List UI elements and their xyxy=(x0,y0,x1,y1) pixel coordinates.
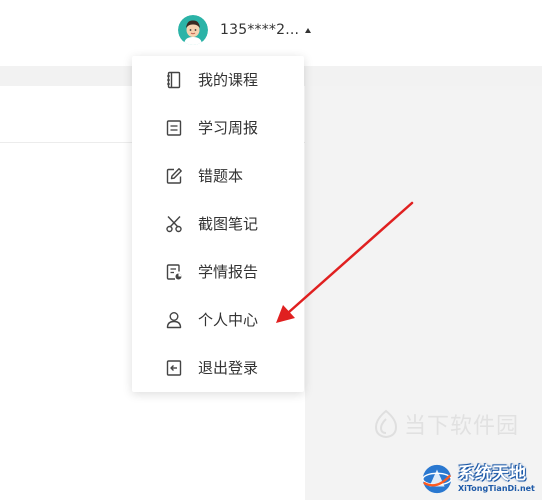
watermark-site-logo: 当下软件园 xyxy=(372,408,519,440)
watermark-text: 当下软件园 xyxy=(404,414,520,439)
user-dropdown-menu: 我的课程 学习周报 错题本 截图笔记 学情报告 个人中心 退出登录 xyxy=(132,56,304,392)
watermark-cn-text: 系统天地 xyxy=(458,464,526,484)
menu-item-mistakes-book[interactable]: 错题本 xyxy=(132,152,304,200)
avatar[interactable] xyxy=(178,15,208,45)
menu-item-logout[interactable]: 退出登录 xyxy=(132,344,304,392)
caret-up-icon[interactable] xyxy=(305,27,312,33)
user-icon xyxy=(165,311,183,329)
menu-item-label[interactable]: 错题本 xyxy=(198,166,243,186)
watermark-globe-icon xyxy=(422,464,452,494)
menu-item-label[interactable]: 退出登录 xyxy=(198,358,258,378)
menu-item-label[interactable]: 个人中心 xyxy=(198,310,258,330)
menu-item-label[interactable]: 学情报告 xyxy=(198,262,258,282)
user-name[interactable]: 135****2... xyxy=(220,22,299,38)
menu-item-label[interactable]: 我的课程 xyxy=(198,70,258,90)
watermark-en-text: XiTongTianDi.net xyxy=(458,484,535,493)
watermark-xitongtiandi: 系统天地 XiTongTianDi.net xyxy=(420,458,542,500)
menu-item-learning-report[interactable]: 学情报告 xyxy=(132,248,304,296)
scissors-icon xyxy=(165,215,183,233)
menu-item-screenshot-notes[interactable]: 截图笔记 xyxy=(132,200,304,248)
menu-item-my-courses[interactable]: 我的课程 xyxy=(132,56,304,104)
menu-item-weekly-report[interactable]: 学习周报 xyxy=(132,104,304,152)
menu-item-label[interactable]: 截图笔记 xyxy=(198,214,258,234)
logout-icon xyxy=(165,359,183,377)
notebook-icon xyxy=(165,71,183,89)
user-menu-trigger[interactable]: 135****2... xyxy=(178,14,312,46)
menu-item-label[interactable]: 学习周报 xyxy=(198,118,258,138)
edit-icon xyxy=(165,167,183,185)
watermark-logo-icon xyxy=(374,409,398,439)
report-chart-icon xyxy=(165,263,183,281)
document-lines-icon xyxy=(165,119,183,137)
menu-item-personal-center[interactable]: 个人中心 xyxy=(132,296,304,344)
